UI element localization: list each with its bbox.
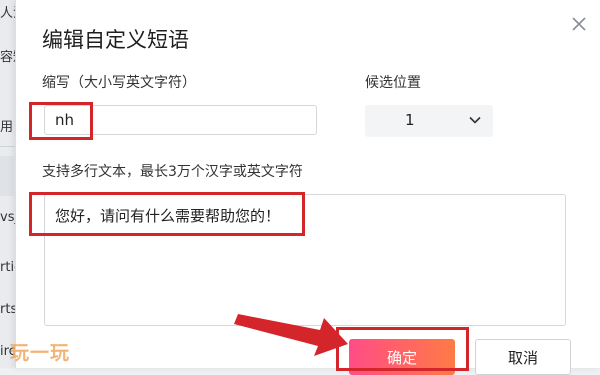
abbreviation-input[interactable]: [44, 105, 317, 135]
background-selection: [0, 156, 14, 196]
chevron-down-icon: [469, 116, 481, 124]
abbreviation-label: 缩写（大小写英文字符）: [42, 75, 196, 91]
phrase-content-textarea[interactable]: 您好，请问有什么需要帮助您的！: [44, 194, 566, 326]
confirm-button[interactable]: 确定: [349, 339, 455, 375]
dialog-title: 编辑自定义短语: [42, 28, 189, 52]
candidate-position-label: 候选位置: [365, 75, 421, 91]
candidate-position-value: 1: [405, 111, 415, 129]
candidate-position-select[interactable]: 1: [365, 105, 493, 137]
close-button[interactable]: [567, 12, 591, 36]
cancel-button[interactable]: 取消: [475, 339, 571, 375]
edit-custom-phrase-dialog: 编辑自定义短语 缩写（大小写英文字符） 候选位置 1 支持多行文本，最长3万个汉…: [15, 0, 600, 375]
content-hint: 支持多行文本，最长3万个汉字或英文字符: [42, 164, 303, 180]
watermark-logo: 玩一玩: [10, 342, 71, 364]
close-icon: [572, 17, 586, 31]
